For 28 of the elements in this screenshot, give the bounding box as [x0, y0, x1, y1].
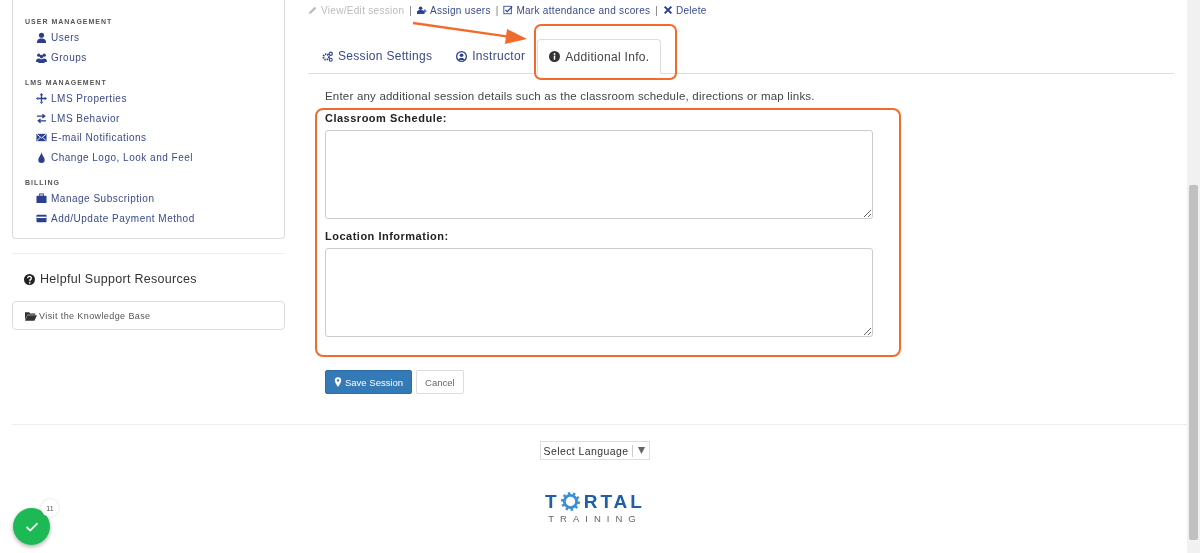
sidebar-link[interactable]: Users [36, 28, 284, 48]
logo-text: T [545, 492, 560, 511]
action-link[interactable]: Assign users [416, 4, 491, 16]
save-button[interactable]: Save Session [325, 370, 413, 394]
knowledge-base-link[interactable]: Visit the Knowledge Base [12, 301, 285, 330]
logo-subtitle: TRAINING [548, 513, 642, 524]
support-heading: Helpful Support Resources [40, 272, 197, 286]
tab[interactable]: Session Settings [310, 39, 445, 73]
sidebar-link[interactable]: Add/Update Payment Method [36, 208, 284, 228]
sidebar-link[interactable]: LMS Behavior [36, 108, 284, 128]
description-text: Enter any additional session details such as the classroom schedule, directions or map links. [325, 90, 816, 102]
sidebar-link[interactable]: Manage Subscription [36, 189, 284, 209]
tab[interactable]: Additional Info. [537, 39, 662, 74]
field-label: Classroom Schedule: [325, 112, 448, 124]
action-link[interactable]: Mark attendance and scores [503, 4, 651, 16]
sidebar-link[interactable]: E-mail Notifications [36, 128, 284, 148]
sidebar-link[interactable]: Groups [36, 47, 284, 67]
separator: | [655, 4, 658, 16]
separator: | [495, 4, 499, 16]
cancel-button[interactable]: Cancel [416, 370, 464, 394]
action-link[interactable]: Delete [662, 4, 707, 16]
separator: | [409, 4, 412, 16]
tab[interactable]: Instructor [444, 39, 538, 73]
language-select[interactable]: Select Language [539, 441, 651, 460]
sidebar-link[interactable]: Change Logo, Look and Feel [36, 147, 284, 167]
sidebar-link[interactable]: LMS Properties [36, 89, 284, 109]
logo-text: RTAL [583, 492, 645, 511]
field-label: Location Information: [325, 230, 450, 242]
